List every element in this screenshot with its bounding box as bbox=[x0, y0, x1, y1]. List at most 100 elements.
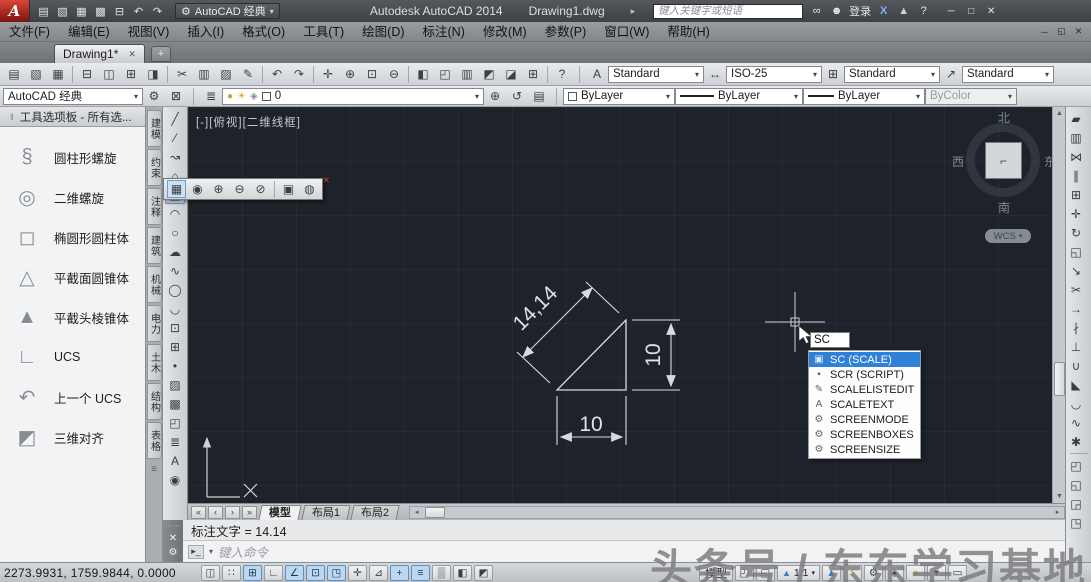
erase[interactable]: ▰ bbox=[1066, 109, 1086, 128]
selection-cycling[interactable]: ◩ bbox=[474, 564, 493, 581]
grid-display[interactable]: ⊞ bbox=[243, 564, 262, 581]
new-file[interactable]: ▤ bbox=[35, 3, 52, 20]
clean-screen[interactable]: ▭ bbox=[948, 564, 967, 581]
dynamic-ucs[interactable]: ⊿ bbox=[369, 564, 388, 581]
cmd-scaletext[interactable]: A SCALETEXT bbox=[809, 397, 920, 412]
object-snap[interactable]: ⊡ bbox=[306, 564, 325, 581]
dynamic-input-field[interactable]: SC bbox=[810, 332, 850, 348]
signin-button[interactable]: 登录 bbox=[849, 3, 871, 19]
menu-modify[interactable]: 修改(M) bbox=[474, 22, 536, 42]
tool-elliptical-cylinder[interactable]: ◻ 椭圆形圆柱体 bbox=[0, 217, 145, 257]
autodesk360-icon[interactable]: ▲ bbox=[896, 4, 911, 19]
tool-ucs[interactable]: ∟ UCS bbox=[0, 337, 145, 377]
zoom-window[interactable]: ⊡ bbox=[362, 65, 382, 84]
break-at-point[interactable]: ∤ bbox=[1066, 318, 1086, 337]
search-input[interactable] bbox=[653, 3, 804, 19]
horizontal-scroll-thumb[interactable] bbox=[425, 506, 446, 518]
workspace-select[interactable]: ⚙ AutoCAD 经典 ▾ bbox=[175, 3, 280, 19]
scroll-left-button[interactable]: ◂ bbox=[410, 507, 423, 518]
palette-tab-architecture[interactable]: 建筑 bbox=[146, 227, 162, 264]
qsave[interactable]: ▦ bbox=[48, 65, 68, 84]
search-icon[interactable]: ∞ bbox=[809, 4, 824, 19]
menu-draw[interactable]: 绘图(D) bbox=[353, 22, 413, 42]
unsmooth[interactable]: ⊘ bbox=[251, 180, 270, 198]
smooth-less[interactable]: ⊖ bbox=[230, 180, 249, 198]
palette-tab-table[interactable]: 表格 bbox=[146, 422, 162, 459]
hatch[interactable]: ▨ bbox=[165, 375, 185, 394]
break[interactable]: ⊥ bbox=[1066, 337, 1086, 356]
quick-properties[interactable]: ◧ bbox=[453, 564, 472, 581]
plot[interactable]: ⊟ bbox=[77, 65, 97, 84]
cmd-scalelistedit[interactable]: ✎ SCALELISTEDIT bbox=[809, 382, 920, 397]
linetype-select[interactable]: ByLayer ▾ bbox=[675, 87, 803, 105]
palette-tabs-grip[interactable]: ≡ bbox=[151, 464, 157, 475]
prev-tab[interactable]: ‹ bbox=[208, 505, 223, 519]
compass-south-label[interactable]: 南 bbox=[998, 199, 1010, 216]
explode[interactable]: ✱ bbox=[1066, 432, 1086, 451]
annotation-visibility[interactable]: ▲ bbox=[822, 564, 841, 581]
exchange-apps-icon[interactable]: X bbox=[876, 4, 891, 19]
text-style-select[interactable]: Standard ▾ bbox=[608, 65, 704, 83]
rotate[interactable]: ↻ bbox=[1066, 223, 1086, 242]
open-file[interactable]: ▧ bbox=[54, 3, 71, 20]
command-close-icon[interactable]: ✕ bbox=[169, 533, 177, 544]
layer-properties-icon[interactable]: ≣ bbox=[201, 87, 221, 106]
publish[interactable]: ⊞ bbox=[121, 65, 141, 84]
paste-clip[interactable]: ▨ bbox=[216, 65, 236, 84]
model-space-button[interactable]: 模型 bbox=[698, 564, 733, 581]
save[interactable]: ▦ bbox=[73, 3, 90, 20]
smooth-object[interactable]: ▦ bbox=[167, 180, 186, 198]
transparency[interactable]: ▒ bbox=[432, 564, 451, 581]
minimize-button[interactable]: ─ bbox=[941, 3, 961, 19]
mleader-style-select[interactable]: Standard ▾ bbox=[962, 65, 1054, 83]
ellipse[interactable]: ◯ bbox=[165, 280, 185, 299]
layer-select[interactable]: ● ☀ ◈ 0 ▾ bbox=[222, 87, 484, 105]
convert-to-surface[interactable]: ◍ bbox=[300, 180, 319, 198]
dynamic-input[interactable]: + bbox=[390, 564, 409, 581]
tab-layout1[interactable]: 布局1 bbox=[301, 505, 351, 520]
quickcalc[interactable]: ⊞ bbox=[523, 65, 543, 84]
scale[interactable]: ◱ bbox=[1066, 242, 1086, 261]
dim-style-select[interactable]: ISO-25 ▾ bbox=[726, 65, 822, 83]
ortho-mode[interactable]: ∟ bbox=[264, 564, 283, 581]
drawing-canvas[interactable]: [-][俯视][二维线框] 14,14 10 10 ⌐ 北 南 西 东 WCS … bbox=[188, 107, 1052, 503]
properties[interactable]: ◧ bbox=[413, 65, 433, 84]
lock-ui[interactable]: ◈ bbox=[885, 564, 904, 581]
menu-insert[interactable]: 插入(I) bbox=[178, 22, 233, 42]
multiline-text[interactable]: A bbox=[165, 451, 185, 470]
next-tab[interactable]: › bbox=[225, 505, 240, 519]
make-object-layer-current[interactable]: ⊕ bbox=[485, 87, 505, 106]
ellipse-arc[interactable]: ◡ bbox=[165, 299, 185, 318]
open[interactable]: ▧ bbox=[26, 65, 46, 84]
lineweight-display[interactable]: ≡ bbox=[411, 564, 430, 581]
paper-space[interactable]: ◱ bbox=[755, 564, 775, 581]
palette-tab-civil[interactable]: 土木 bbox=[146, 344, 162, 381]
command-grip[interactable]: ⋯⋯ bbox=[165, 522, 181, 530]
doc-restore-button[interactable]: ◱ bbox=[1053, 25, 1070, 39]
palette-tab-annotate[interactable]: 注释 bbox=[146, 188, 162, 225]
cmd-scr-script[interactable]: ▪ SCR (SCRIPT) bbox=[809, 367, 920, 382]
chamfer[interactable]: ◣ bbox=[1066, 375, 1086, 394]
menu-tools[interactable]: 工具(T) bbox=[294, 22, 353, 42]
new-tab-button[interactable]: + bbox=[150, 46, 171, 62]
tool-cylindrical-helix[interactable]: § 圆柱形螺旋 bbox=[0, 137, 145, 177]
menu-view[interactable]: 视图(V) bbox=[119, 22, 179, 42]
tool-frustum-pyramid[interactable]: ▲ 平截头棱锥体 bbox=[0, 297, 145, 337]
horizontal-scrollbar[interactable]: ◂ ▸ bbox=[409, 505, 1065, 519]
qnew[interactable]: ▤ bbox=[4, 65, 24, 84]
workspace-lock-icon[interactable]: ⊠ bbox=[166, 87, 186, 106]
doc-minimize-button[interactable]: ─ bbox=[1036, 25, 1053, 39]
wcs-dropdown[interactable]: WCS ▾ bbox=[985, 229, 1031, 243]
tab-model[interactable]: 模型 bbox=[258, 505, 302, 520]
cmd-screenmode[interactable]: ⚙ SCREENMODE bbox=[809, 412, 920, 427]
viewcube-face[interactable]: ⌐ bbox=[985, 142, 1022, 179]
convert-to-solid[interactable]: ▣ bbox=[279, 180, 298, 198]
object-snap-tracking[interactable]: ✛ bbox=[348, 564, 367, 581]
polyline[interactable]: ↝ bbox=[165, 147, 185, 166]
redo[interactable]: ↷ bbox=[149, 3, 166, 20]
tool-2d-spiral[interactable]: ◎ 二维螺旋 bbox=[0, 177, 145, 217]
menu-file[interactable]: 文件(F) bbox=[0, 22, 59, 42]
extend[interactable]: → bbox=[1066, 299, 1086, 318]
cmd-sc-scale[interactable]: ▣ SC (SCALE) bbox=[809, 352, 920, 367]
send-under[interactable]: ◳ bbox=[1066, 513, 1086, 532]
